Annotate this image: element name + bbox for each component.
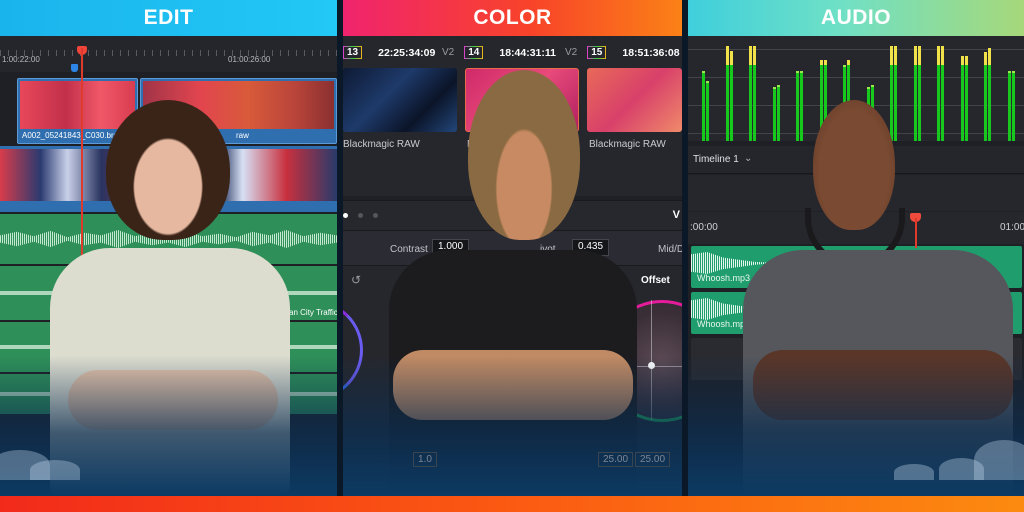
audio-banner: AUDIO <box>688 0 1024 36</box>
bottom-accent-bar <box>0 496 1024 512</box>
page-dot[interactable] <box>358 213 363 218</box>
clip-track: V2 <box>565 47 578 58</box>
wheel-value[interactable]: 25.00 <box>598 452 634 467</box>
timecode-start: :00:00 <box>690 222 718 233</box>
timeline-name: Timeline 1 <box>693 154 739 165</box>
marker-icon[interactable] <box>71 64 78 72</box>
cloud-decoration <box>30 460 80 480</box>
reset-icon[interactable]: ↺ <box>351 273 361 287</box>
wheel-value[interactable]: 1.0 <box>413 452 437 467</box>
audio-meter <box>702 36 710 141</box>
offset-label: Offset <box>641 275 670 286</box>
clip-number: 13 <box>343 46 363 59</box>
clip-header: V2 14 18:44:31:11 <box>442 46 556 59</box>
clip-timecode: 18:44:31:11 <box>499 46 556 59</box>
mid-detail-label: Mid/D <box>658 244 682 255</box>
meter-level <box>702 71 705 141</box>
timeline-ruler[interactable] <box>0 36 337 72</box>
clip-header: 13 22:25:34:09 <box>343 46 435 59</box>
audio-panel: AUDIO Timeline 1 ⌄ :00:00 01:00: Whoosh.… <box>688 0 1024 496</box>
promo-banner: EDIT 1:00:22:00 01:00:26:00 A002_0524184… <box>0 0 1024 512</box>
timecode-start: 1:00:22:00 <box>2 55 40 64</box>
color-panel: COLOR 13 22:25:34:09 V2 14 18:44:31:11 V… <box>343 0 682 496</box>
clip-number: 15 <box>587 46 607 59</box>
clip-number: 14 <box>464 46 484 59</box>
wheel-value[interactable]: 25.00 <box>635 452 671 467</box>
partial-header: V <box>672 209 680 221</box>
clip-timecode: 22:25:34:09 <box>378 46 436 59</box>
meter-level <box>725 46 729 141</box>
edit-panel: EDIT 1:00:22:00 01:00:26:00 A002_0524184… <box>0 0 337 496</box>
meter-level <box>706 81 709 141</box>
edit-banner: EDIT <box>0 0 337 36</box>
cloud-decoration <box>894 464 934 480</box>
page-dot[interactable] <box>373 213 378 218</box>
page-dot-active[interactable] <box>343 213 348 218</box>
meter-level <box>729 51 733 141</box>
cloud-decoration <box>939 458 984 480</box>
audio-meter <box>725 36 734 141</box>
clip-header: V2 15 18:51:36:08 <box>565 46 680 59</box>
clip-track: V2 <box>442 47 455 58</box>
clip-timecode: 18:51:36:08 <box>622 46 680 59</box>
timecode-end: 01:00:26:00 <box>228 55 271 64</box>
color-banner: COLOR <box>343 0 682 36</box>
